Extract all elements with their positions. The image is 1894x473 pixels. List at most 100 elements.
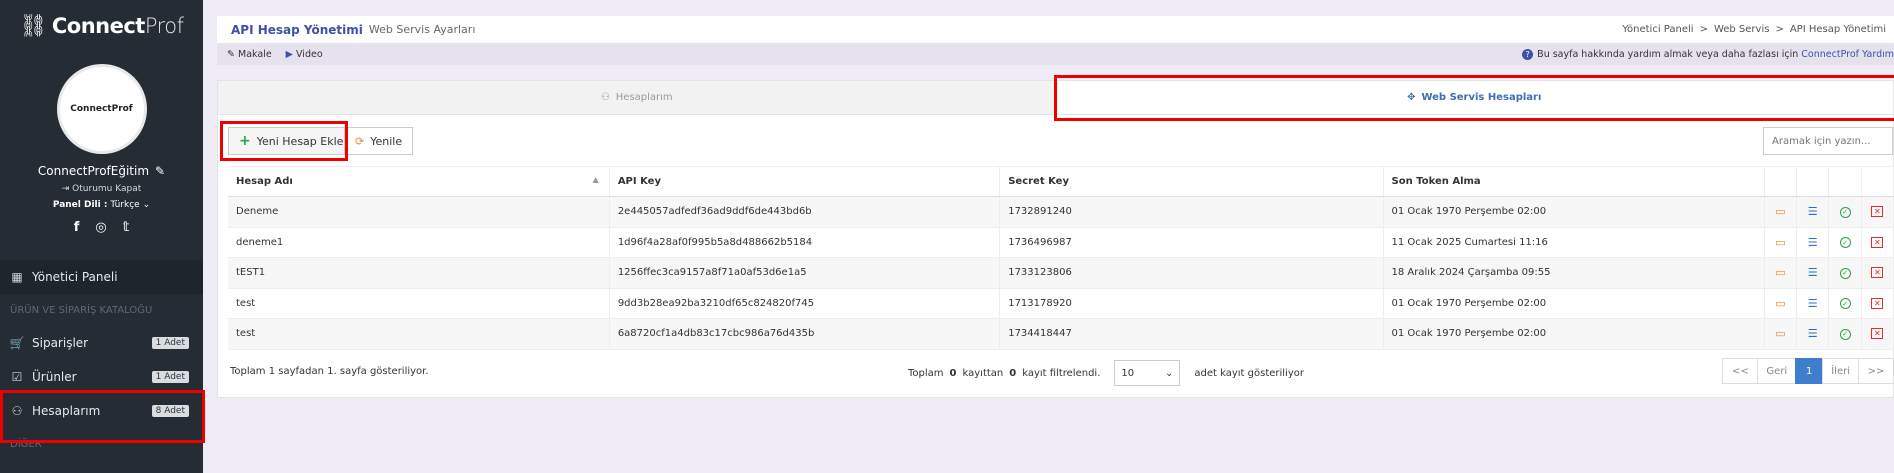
video-link[interactable]: ▶ Video — [286, 49, 323, 60]
twitter-icon[interactable]: 𝕥 — [123, 220, 130, 235]
pager-prev[interactable]: Geri — [1757, 358, 1797, 384]
avatar[interactable]: ConnectProf — [56, 64, 147, 154]
instagram-icon[interactable]: ◎ — [95, 220, 106, 235]
help-link[interactable]: ConnectProf Yardım — [1801, 49, 1894, 60]
count-badge: 1 Adet — [151, 337, 189, 349]
edit-icon[interactable]: ✎ — [155, 164, 165, 178]
column-header-last-token[interactable]: Son Token Alma — [1383, 166, 1765, 197]
delete-icon[interactable]: ✕ — [1871, 267, 1884, 279]
inbox-icon[interactable]: ▭ — [1773, 266, 1787, 279]
table-cell: 1736496987 — [999, 227, 1384, 258]
help-bar: ✎ Makale ▶ Video ? Bu sayfa hakkında yard… — [217, 43, 1894, 65]
video-icon: ▶ — [285, 48, 293, 60]
list-icon[interactable]: ☰ — [1806, 236, 1820, 249]
refresh-button[interactable]: ⟳ Yenile — [344, 127, 414, 155]
inbox-icon[interactable]: ▭ — [1773, 297, 1787, 310]
delete-icon[interactable]: ✕ — [1871, 328, 1884, 340]
inbox-icon[interactable]: ▭ — [1773, 205, 1787, 218]
check-circle-icon[interactable]: ✓ — [1839, 237, 1851, 248]
table-row: Deneme 2e445057adfedf36ad9ddf6de443bd6b 17… — [228, 196, 1894, 228]
list-icon[interactable]: ☰ — [1806, 266, 1820, 279]
table-cell: 01 Ocak 1970 Perşembe 02:00 — [1383, 196, 1765, 228]
check-circle-icon[interactable]: ✓ — [1839, 267, 1851, 279]
table-cell: 1733123806 — [999, 257, 1384, 289]
page-info: Toplam 1 sayfadan 1. sayfa gösteriliyor. — [230, 366, 429, 377]
refresh-icon: ⟳ — [355, 134, 365, 148]
inbox-icon[interactable]: ▭ — [1773, 327, 1787, 340]
cart-icon: 🛒 — [9, 336, 25, 350]
pager-next[interactable]: İleri — [1822, 358, 1859, 384]
toolbar: + Yeni Hesap Ekle ⟳ Yenile — [218, 123, 1893, 157]
table-cell: 1732891240 — [999, 196, 1384, 228]
table-cell: Deneme — [228, 196, 610, 228]
pager-first[interactable]: << — [1722, 358, 1759, 384]
column-header-api-key[interactable]: API Key — [609, 166, 1001, 197]
table-cell: deneme1 — [228, 227, 610, 258]
article-link[interactable]: ✎ Makale — [227, 49, 272, 60]
brand-logo[interactable]: ⛓ Connect Prof — [0, 0, 203, 52]
page-size-select[interactable]: 10 ⌄ — [1114, 360, 1181, 386]
question-icon: ? — [1522, 48, 1534, 60]
sidebar-section-catalog: ÜRÜN VE SİPARİŞ KATALOĞU — [10, 304, 153, 316]
column-header-account-name[interactable]: Hesap Adı ▲ — [228, 166, 610, 197]
search-input[interactable] — [1763, 127, 1893, 155]
pager-last[interactable]: >> — [1858, 358, 1894, 384]
chevron-down-icon: ⌄ — [1164, 367, 1174, 379]
logout-icon: ⇥ — [61, 184, 70, 194]
table-cell: 11 Ocak 2025 Cumartesi 11:16 — [1383, 227, 1765, 258]
table-cell: test — [228, 288, 610, 319]
table-row: deneme1 1d96f4a28af0f995b5a8d488662b5184 1… — [228, 227, 1894, 258]
highlight-box — [0, 390, 205, 443]
delete-icon[interactable]: ✕ — [1871, 236, 1884, 248]
check-circle-icon[interactable]: ✓ — [1839, 328, 1851, 340]
pagination: << Geri 1 İleri >> — [1722, 358, 1894, 384]
page-header: API Hesap Yönetimi Web Servis Ayarları Y… — [217, 16, 1894, 43]
table-cell: 1256ffec3ca9157a8f71a0af53d6e1a5 — [609, 257, 1001, 289]
table-cell: 01 Ocak 1970 Perşembe 02:00 — [1383, 318, 1765, 350]
table-cell: 6a8720cf1a4db83c17cbc986a76d435b — [609, 318, 1001, 350]
page-title: API Hesap Yönetimi — [231, 22, 363, 37]
pencil-icon: ✎ — [227, 48, 235, 60]
table-row: tEST1 1256ffec3ca9157a8f71a0af53d6e1a5 173… — [228, 257, 1894, 289]
table-cell: 9dd3b28ea92ba3210df65c824820f745 — [609, 288, 1001, 319]
page-subtitle: Web Servis Ayarları — [368, 23, 476, 36]
highlight-box — [1054, 75, 1894, 121]
delete-icon[interactable]: ✕ — [1871, 297, 1884, 309]
sidebar-item-products[interactable]: ☑ Ürünler 1 Adet — [0, 360, 203, 394]
list-icon[interactable]: ☰ — [1806, 205, 1820, 218]
delete-icon[interactable]: ✕ — [1871, 206, 1884, 218]
pager-current[interactable]: 1 — [1795, 358, 1824, 384]
facebook-icon[interactable]: f — [74, 220, 80, 235]
link-icon: ⛓ — [19, 13, 47, 39]
breadcrumb: Yönetici Paneli > Web Servis > API Hesap Yön… — [1622, 24, 1886, 35]
list-icon[interactable]: ☰ — [1806, 297, 1820, 310]
check-circle-icon[interactable]: ✓ — [1839, 206, 1851, 218]
inbox-icon[interactable]: ▭ — [1773, 236, 1787, 249]
highlight-box — [220, 121, 348, 161]
language-selector[interactable]: Panel Dili : Türkçe ⌄ — [0, 200, 203, 210]
count-badge: 1 Adet — [151, 371, 189, 383]
username: ConnectProfEğitim ✎ — [37, 164, 166, 178]
table-cell: 1713178920 — [999, 288, 1384, 319]
grid-icon: ▦ — [11, 270, 23, 284]
logout-link[interactable]: ⇥ Oturumu Kapat — [0, 184, 203, 194]
sidebar-item-dashboard[interactable]: ▦ Yönetici Paneli — [0, 260, 203, 294]
table-cell: 1734418447 — [999, 318, 1384, 350]
user-gear-icon: ⚇ — [600, 92, 610, 103]
tab-accounts[interactable]: ⚇ Hesaplarım — [218, 81, 1056, 114]
clipboard-icon: ☑ — [11, 370, 23, 384]
accounts-table: Hesap Adı ▲ API Key Secret Key Son Token … — [228, 166, 1894, 350]
list-icon[interactable]: ☰ — [1806, 327, 1820, 340]
table-cell: tEST1 — [228, 257, 610, 289]
column-header-secret-key[interactable]: Secret Key — [999, 166, 1384, 197]
sort-icon: ▲ — [592, 175, 599, 184]
sidebar: ⛓ Connect Prof ConnectProf ConnectProfEği… — [0, 0, 205, 473]
table-cell: 1d96f4a28af0f995b5a8d488662b5184 — [609, 227, 1001, 258]
chevron-down-icon: ⌄ — [142, 200, 151, 210]
filter-info: Toplam 0 kayıttan 0 kayıt filtrelendi. 1… — [908, 360, 1304, 386]
table-row: test 9dd3b28ea92ba3210df65c824820f745 1713… — [228, 288, 1894, 319]
social-links: f ◎ 𝕥 — [0, 220, 203, 235]
sidebar-item-orders[interactable]: 🛒 Siparişler 1 Adet — [0, 326, 203, 360]
check-circle-icon[interactable]: ✓ — [1839, 298, 1851, 309]
table-cell: 2e445057adfedf36ad9ddf6de443bd6b — [609, 196, 1001, 228]
